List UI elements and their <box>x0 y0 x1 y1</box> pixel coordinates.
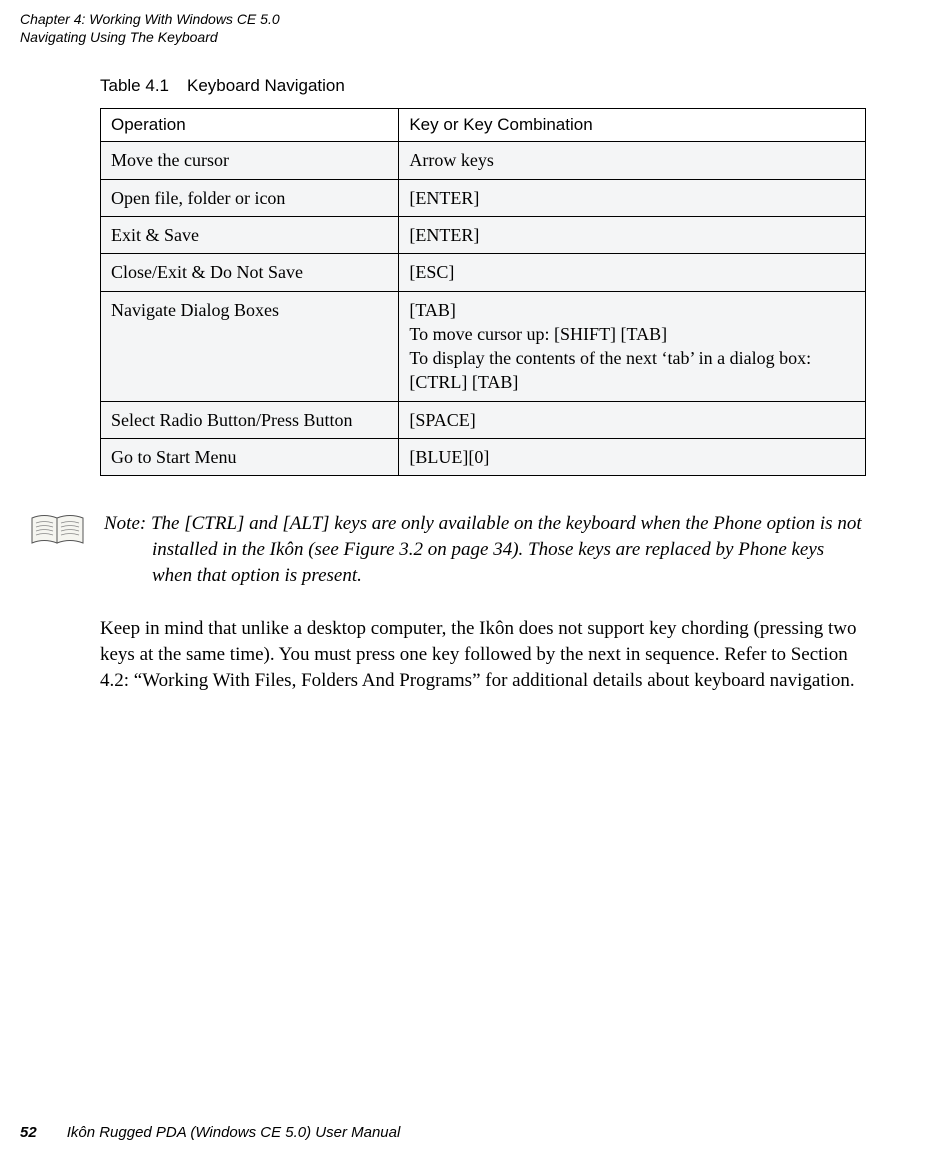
page-header: Chapter 4: Working With Windows CE 5.0 N… <box>20 10 866 46</box>
keyboard-navigation-table: Operation Key or Key Combination Move th… <box>100 108 866 476</box>
table-row: Go to Start Menu [BLUE][0] <box>101 439 866 476</box>
table-caption: Table 4.1 Keyboard Navigation <box>100 76 866 96</box>
cell-operation: Close/Exit & Do Not Save <box>101 254 399 291</box>
cell-operation: Navigate Dialog Boxes <box>101 291 399 401</box>
note-block: Note: The [CTRL] and [ALT] keys are only… <box>30 511 866 588</box>
footer-title: Ikôn Rugged PDA (Windows CE 5.0) User Ma… <box>67 1124 401 1141</box>
cell-operation: Select Radio Button/Press Button <box>101 401 399 438</box>
header-section: Navigating Using The Keyboard <box>20 28 866 46</box>
cell-key: Arrow keys <box>399 142 866 179</box>
cell-operation: Move the cursor <box>101 142 399 179</box>
book-icon <box>30 513 86 552</box>
table-row: Move the cursor Arrow keys <box>101 142 866 179</box>
cell-operation: Open file, folder or icon <box>101 179 399 216</box>
cell-key: [ENTER] <box>399 216 866 253</box>
main-content: Table 4.1 Keyboard Navigation Operation K… <box>100 76 866 476</box>
table-row: Open file, folder or icon [ENTER] <box>101 179 866 216</box>
cell-key: [BLUE][0] <box>399 439 866 476</box>
cell-operation: Exit & Save <box>101 216 399 253</box>
note-text: Note: The [CTRL] and [ALT] keys are only… <box>104 511 866 588</box>
table-row: Navigate Dialog Boxes [TAB] To move curs… <box>101 291 866 401</box>
table-row: Select Radio Button/Press Button [SPACE] <box>101 401 866 438</box>
body-paragraph: Keep in mind that unlike a desktop compu… <box>100 616 866 693</box>
note-body: Note: The [CTRL] and [ALT] keys are only… <box>104 511 866 588</box>
header-chapter: Chapter 4: Working With Windows CE 5.0 <box>20 10 866 28</box>
table-header-operation: Operation <box>101 109 399 142</box>
cell-operation: Go to Start Menu <box>101 439 399 476</box>
cell-key: [SPACE] <box>399 401 866 438</box>
cell-key: [ESC] <box>399 254 866 291</box>
page-number: 52 <box>20 1124 37 1141</box>
page-footer: 52 Ikôn Rugged PDA (Windows CE 5.0) User … <box>20 1124 400 1141</box>
table-row: Exit & Save [ENTER] <box>101 216 866 253</box>
table-header-key: Key or Key Combination <box>399 109 866 142</box>
cell-key: [TAB] To move cursor up: [SHIFT] [TAB] T… <box>399 291 866 401</box>
table-number: Table 4.1 <box>100 76 169 95</box>
table-row: Close/Exit & Do Not Save [ESC] <box>101 254 866 291</box>
table-title: Keyboard Navigation <box>187 76 345 95</box>
cell-key: [ENTER] <box>399 179 866 216</box>
table-header-row: Operation Key or Key Combination <box>101 109 866 142</box>
